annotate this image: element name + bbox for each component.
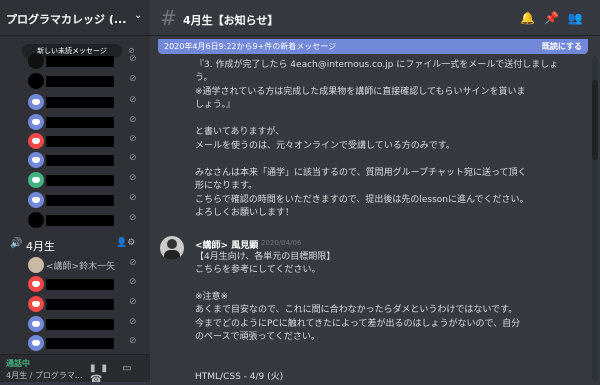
mic-muted-icon: ⊘ xyxy=(129,173,137,183)
avatar xyxy=(28,192,44,208)
mic-muted-icon: ⊘ xyxy=(129,134,137,144)
voice-member[interactable]: ⊘ xyxy=(26,315,146,333)
message-line: 今までどのようにPCに触れてきたによって差が出るのはしょうがないので、自分 xyxy=(195,319,521,329)
new-messages-banner[interactable]: 2020年4月6日9:22から9+件の新着メッセージ 既読にする xyxy=(158,39,588,54)
voice-connection-panel: 通話中 4月生 / プログラマ... ▮▮ ▭ ☎ xyxy=(0,354,150,385)
mic-muted-icon: ⊘ xyxy=(129,95,137,105)
mic-muted-icon: ⊘ xyxy=(129,153,137,163)
member-name: <講師>鈴木一矢 xyxy=(46,262,116,272)
mic-muted-icon: ⊘ xyxy=(129,336,137,346)
message-line: HTML/CSS - 4/9 (火) xyxy=(195,372,284,382)
message-scrollbar[interactable] xyxy=(592,56,598,382)
speaker-icon: 🔊 xyxy=(10,238,23,249)
message-line: 形になります。 xyxy=(195,181,258,191)
discord-window: プログラマカレッジ (... ⌄ 新しい未読メッセージ ⊘ ⊘ ⊘ ⊘ ⊘ ⊘ … xyxy=(0,0,600,385)
mic-muted-icon: ⊘ xyxy=(129,54,137,64)
message-line: う。 xyxy=(195,73,213,83)
voice-member[interactable]: ⊘ xyxy=(26,295,146,313)
message-line: ※通学されている方は完成した成果物を講師に直接確認してもらいサインを貰いま xyxy=(195,87,526,97)
voice-member[interactable]: ⊘ xyxy=(26,72,146,90)
redacted-name xyxy=(46,195,114,206)
message-timestamp: 2020/04/06 xyxy=(261,239,302,247)
redacted-name xyxy=(46,338,114,349)
channel-header: # 4月生【お知らせ】 🔔📌👥 xyxy=(150,0,600,36)
avatar xyxy=(28,94,44,110)
redacted-name xyxy=(46,175,114,186)
voice-status: 通話中 xyxy=(6,359,30,368)
voice-member[interactable]: ⊘ xyxy=(26,211,146,229)
mic-muted-icon: ⊘ xyxy=(129,213,137,223)
mic-muted-icon: ⊘ xyxy=(129,277,137,287)
message-line: あくまで目安なので、これに間に合わなかったらダメというわけではないです。 xyxy=(195,305,518,315)
redacted-name xyxy=(46,117,114,128)
header-icons[interactable]: 🔔📌👥 xyxy=(520,11,592,25)
avatar xyxy=(28,335,44,351)
message-author[interactable]: <講師> 風見顕 xyxy=(195,238,258,251)
voice-member[interactable]: ⊘ xyxy=(26,191,146,209)
mic-muted-icon: ⊘ xyxy=(129,297,137,307)
message-line: こちらを参考にしてください。 xyxy=(195,265,321,275)
mic-muted-icon: ⊘ xyxy=(129,258,137,268)
guild-name: プログラマカレッジ (... xyxy=(6,13,127,26)
voice-member[interactable]: ⊘ xyxy=(26,334,146,352)
voice-member[interactable]: ⊘ xyxy=(26,132,146,150)
redacted-name xyxy=(46,299,114,310)
message-line: こちらで確認の時間をいただきますので、提出後は先のlessonに進んでください。 xyxy=(195,195,529,205)
message-line: と書いてありますが、 xyxy=(195,127,285,137)
guild-header[interactable]: プログラマカレッジ (... ⌄ xyxy=(0,0,150,36)
voice-member[interactable]: ⊘ xyxy=(26,151,146,169)
mic-muted-icon: ⊘ xyxy=(129,74,137,84)
avatar xyxy=(28,296,44,312)
mark-as-read-button[interactable]: 既読にする xyxy=(542,41,582,52)
invite-settings-icons[interactable]: 👤⚙ xyxy=(116,238,135,248)
avatar xyxy=(28,53,44,69)
redacted-name xyxy=(46,97,114,108)
voice-channel-name: 4月生 xyxy=(26,240,55,253)
redacted-name xyxy=(46,76,114,87)
avatar xyxy=(28,212,44,228)
message-line: 『3. 作成が完了したら 4each@internous.co.jp にファイル… xyxy=(195,60,559,70)
mic-muted-icon: ⊘ xyxy=(129,115,137,125)
avatar xyxy=(28,276,44,292)
voice-member[interactable]: ⊘ xyxy=(26,113,146,131)
banner-text: 2020年4月6日9:22から9+件の新着メッセージ xyxy=(164,42,337,51)
avatar xyxy=(28,152,44,168)
voice-member[interactable]: ⊘ xyxy=(26,171,146,189)
voice-member-teacher[interactable]: <講師>鈴木一矢 ⊘ xyxy=(26,256,146,274)
message-line: のペースで頑張ってください。 xyxy=(195,332,320,342)
redacted-name xyxy=(46,155,114,166)
message-line: よろしくお願いします！ xyxy=(195,208,295,218)
message-line: みなさんは本来「通学」に該当するので、質問用グループチャット宛に送って頂く xyxy=(195,168,527,178)
channel-name: 4月生【お知らせ】 xyxy=(183,14,279,27)
scrollbar-thumb[interactable] xyxy=(592,80,598,160)
chevron-down-icon: ⌄ xyxy=(134,10,143,21)
voice-channel[interactable]: 🔊 4月生 👤⚙ xyxy=(8,235,146,253)
redacted-name xyxy=(46,56,114,67)
redacted-name xyxy=(46,319,114,330)
redacted-name xyxy=(46,279,114,290)
redacted-name xyxy=(46,215,114,226)
author-avatar[interactable] xyxy=(160,236,184,260)
avatar xyxy=(28,114,44,130)
message-line: しょう。』 xyxy=(195,100,235,110)
voice-channel-info[interactable]: 4月生 / プログラマ... xyxy=(6,370,83,381)
channel-sidebar: プログラマカレッジ (... ⌄ 新しい未読メッセージ ⊘ ⊘ ⊘ ⊘ ⊘ ⊘ … xyxy=(0,0,150,385)
hash-icon: # xyxy=(160,6,177,30)
voice-member[interactable]: ⊘ xyxy=(26,52,146,70)
voice-member[interactable]: ⊘ xyxy=(26,275,146,293)
avatar xyxy=(28,316,44,332)
avatar xyxy=(28,133,44,149)
voice-member[interactable]: ⊘ xyxy=(26,93,146,111)
mic-muted-icon: ⊘ xyxy=(129,193,137,203)
avatar xyxy=(28,172,44,188)
redacted-name xyxy=(46,136,114,147)
message-line: メールを使うのは、元々オンラインで受講している方のみです。 xyxy=(195,141,455,151)
message-line: ※注意※ xyxy=(195,292,229,302)
avatar xyxy=(28,73,44,89)
message-line: 【4月生向け、各単元の目標期限】 xyxy=(195,252,336,262)
mic-muted-icon: ⊘ xyxy=(129,317,137,327)
avatar xyxy=(28,257,44,273)
